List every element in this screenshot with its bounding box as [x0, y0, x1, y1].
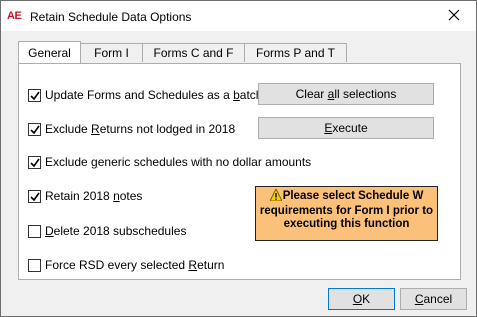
- clear-all-selections-button[interactable]: Clear all selections: [258, 83, 434, 105]
- tab-form-i-label: Form I: [94, 46, 129, 60]
- close-icon: [448, 9, 460, 21]
- exclude-not-lodged-option[interactable]: Exclude Returns not lodged in 2018: [28, 121, 235, 137]
- title-bar[interactable]: AE Retain Schedule Data Options: [1, 1, 476, 31]
- tab-forms-p-and-t-label: Forms P and T: [256, 46, 335, 60]
- execute-label: Execute: [324, 121, 368, 135]
- update-batch-option[interactable]: Update Forms and Schedules as a batch: [28, 87, 262, 103]
- retain-notes-label: Retain 2018 notes: [45, 189, 143, 203]
- warning-hand-icon: [268, 187, 283, 205]
- checkmark-icon: [30, 158, 40, 167]
- checkmark-icon: [30, 192, 40, 201]
- notice-line-3: executing this function: [283, 218, 410, 230]
- tab-form-i[interactable]: Form I: [80, 43, 143, 62]
- checkmark-icon: [30, 91, 40, 100]
- tab-forms-c-and-f[interactable]: Forms C and F: [142, 43, 245, 62]
- exclude-generic-checkbox[interactable]: [28, 155, 41, 169]
- exclude-generic-label: Exclude generic schedules with no dollar…: [45, 155, 312, 169]
- window-title: Retain Schedule Data Options: [30, 10, 192, 24]
- app-logo-icon: AE: [7, 10, 22, 22]
- ok-button[interactable]: OK: [328, 288, 395, 310]
- close-button[interactable]: [448, 9, 460, 21]
- exclude-generic-option[interactable]: Exclude generic schedules with no dollar…: [28, 154, 311, 170]
- tab-general[interactable]: General: [18, 41, 81, 63]
- notice-line-2: requirements for Form I prior to: [259, 205, 434, 217]
- force-rsd-option[interactable]: Force RSD every selected Return: [28, 257, 224, 273]
- ok-label: OK: [352, 292, 371, 306]
- tab-forms-c-and-f-label: Forms C and F: [153, 46, 234, 60]
- cancel-label: Cancel: [414, 292, 453, 306]
- delete-subschedules-checkbox[interactable]: [28, 224, 41, 238]
- exclude-not-lodged-label: Exclude Returns not lodged in 2018: [45, 122, 236, 136]
- update-batch-checkbox[interactable]: [28, 88, 41, 102]
- update-batch-label: Update Forms and Schedules as a batch: [45, 88, 263, 102]
- clear-all-selections-label: Clear all selections: [295, 87, 397, 101]
- cancel-button[interactable]: Cancel: [400, 288, 467, 310]
- tab-general-label: General: [28, 46, 71, 60]
- exclude-not-lodged-checkbox[interactable]: [28, 122, 41, 136]
- execute-button[interactable]: Execute: [258, 117, 434, 139]
- delete-subschedules-label: Delete 2018 subschedules: [45, 224, 187, 238]
- delete-subschedules-option[interactable]: Delete 2018 subschedules: [28, 223, 186, 239]
- tab-forms-p-and-t[interactable]: Forms P and T: [244, 43, 347, 62]
- force-rsd-checkbox[interactable]: [28, 258, 41, 272]
- retain-notes-option[interactable]: Retain 2018 notes: [28, 188, 142, 204]
- force-rsd-label: Force RSD every selected Return: [45, 258, 225, 272]
- retain-notes-checkbox[interactable]: [28, 189, 41, 203]
- checkmark-icon: [30, 125, 40, 134]
- dialog-window: AE Retain Schedule Data Options General …: [0, 0, 477, 317]
- notice-line-1: Please select Schedule W: [256, 187, 437, 205]
- schedule-w-notice: Please select Schedule W requirements fo…: [255, 186, 438, 241]
